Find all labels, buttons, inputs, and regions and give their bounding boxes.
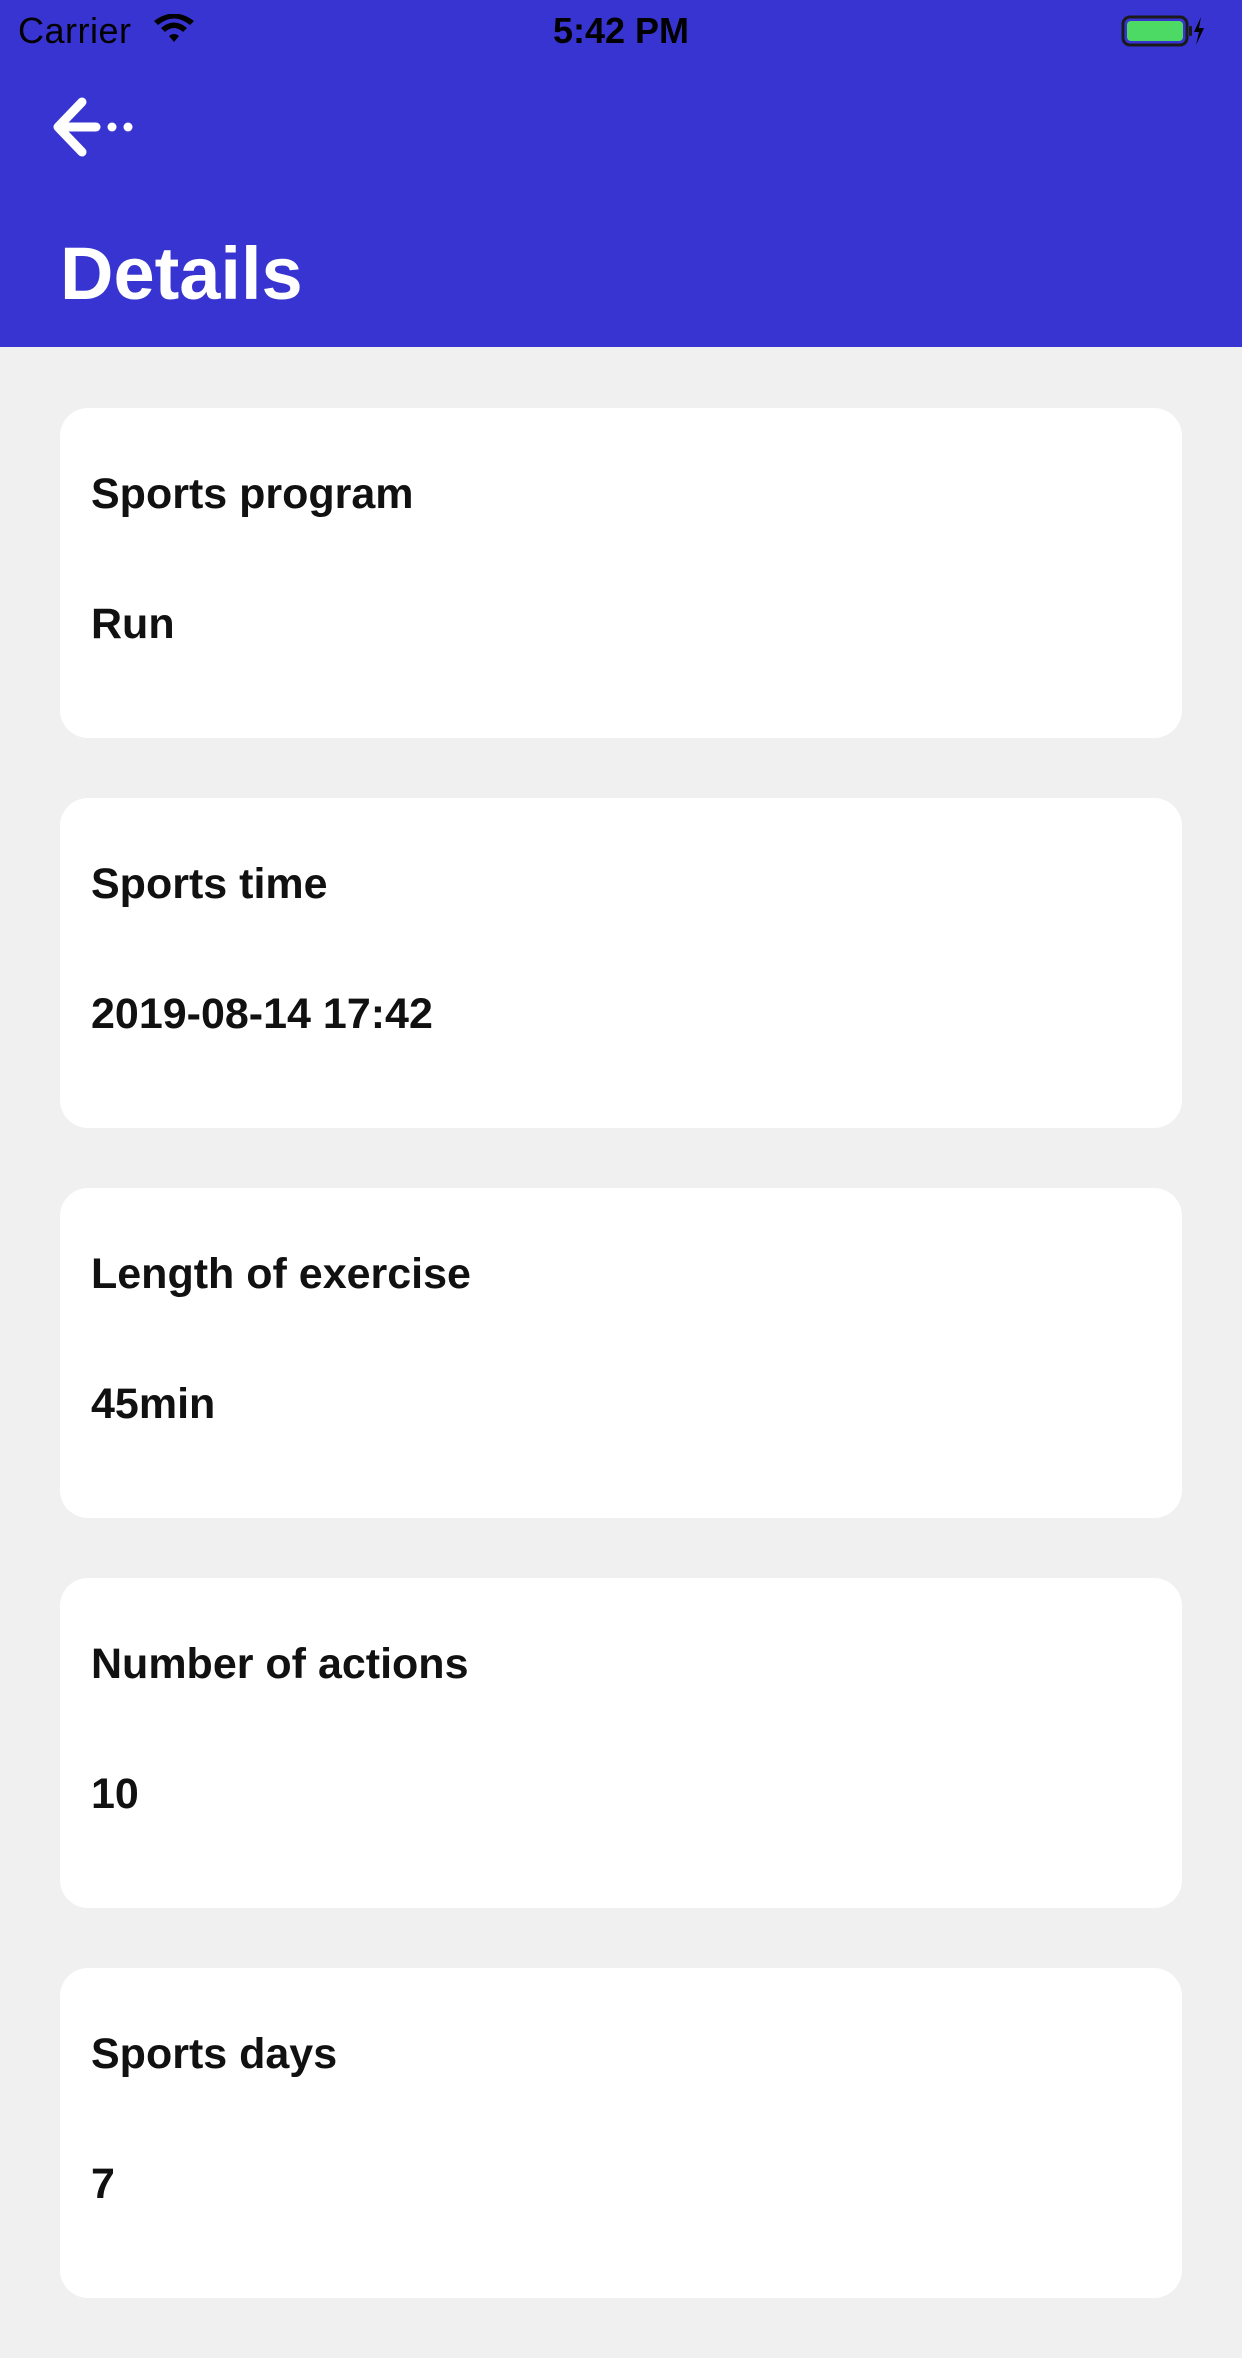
detail-label: Sports days xyxy=(91,2030,338,2078)
status-time: 5:42 PM xyxy=(552,10,690,51)
app-header: Carrier 5:42 PM Details xyxy=(0,0,1242,347)
page-title: Details xyxy=(60,232,303,315)
detail-label: Sports program xyxy=(91,470,414,518)
detail-label: Number of actions xyxy=(91,1640,469,1688)
detail-label: Length of exercise xyxy=(91,1250,471,1298)
detail-value: 2019-08-14 17:42 xyxy=(91,990,433,1038)
details-list: Sports program Run Sports time 2019-08-1… xyxy=(60,408,1182,2358)
arrow-left-icon xyxy=(53,97,133,157)
detail-card-number-of-actions: Number of actions 10 xyxy=(60,1578,1182,1908)
detail-card-sports-program: Sports program Run xyxy=(60,408,1182,738)
detail-value: 7 xyxy=(91,2160,115,2208)
detail-card-sports-time: Sports time 2019-08-14 17:42 xyxy=(60,798,1182,1128)
detail-card-length-of-exercise: Length of exercise 45min xyxy=(60,1188,1182,1518)
detail-card-sports-days: Sports days 7 xyxy=(60,1968,1182,2298)
battery-charging-icon xyxy=(1121,15,1204,47)
detail-label: Sports time xyxy=(91,860,328,908)
back-button[interactable] xyxy=(50,92,146,162)
detail-value: 10 xyxy=(91,1770,139,1818)
detail-value: 45min xyxy=(91,1380,216,1428)
detail-value: Run xyxy=(91,600,175,648)
status-bar: Carrier 5:42 PM xyxy=(0,0,1242,62)
